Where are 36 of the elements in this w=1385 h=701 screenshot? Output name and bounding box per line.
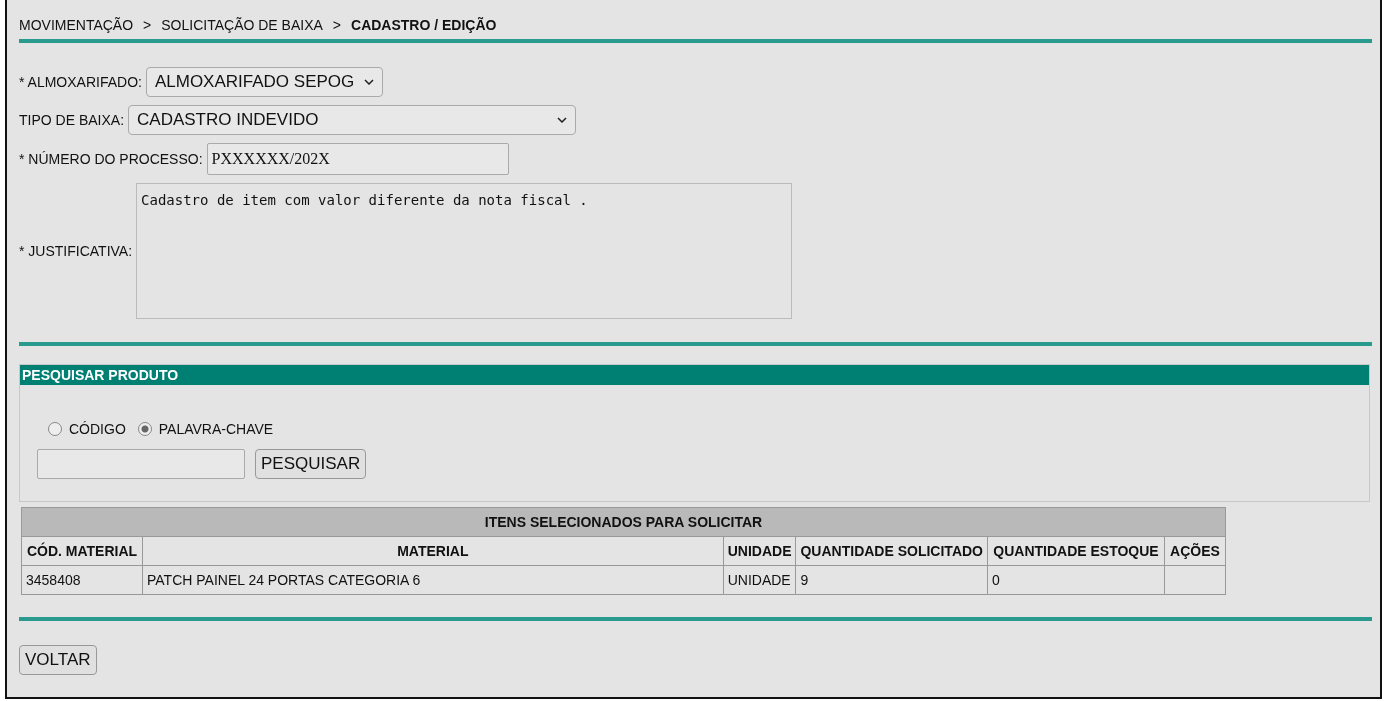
radio-icon[interactable] (137, 422, 152, 436)
table-cell: 0 (987, 565, 1165, 595)
column-header: AÇÕES (1164, 536, 1226, 566)
chevron-down-icon (557, 117, 568, 123)
justification-field[interactable]: Cadastro de item com valor diferente da nota fiscal . (136, 183, 793, 319)
table-cell: PATCH PAINEL 24 PORTAS CATEGORIA 6 (142, 565, 724, 595)
column-header: CÓD. MATERIAL (21, 536, 143, 566)
column-header: QUANTIDADE ESTOQUE (987, 536, 1165, 566)
field-label: TIPO DE BAIXA: (19, 112, 125, 128)
table-cell (1164, 565, 1226, 595)
search-button[interactable]: PESQUISAR (255, 449, 367, 479)
column-header: MATERIAL (142, 536, 724, 566)
field-label: * ALMOXARIFADO: (19, 74, 142, 90)
radio-option[interactable]: PALAVRA-CHAVE (137, 421, 274, 437)
chevron-down-icon (364, 79, 375, 85)
breadcrumb-separator: > (332, 17, 341, 35)
back-button[interactable]: VOLTAR (19, 645, 97, 675)
breadcrumb-item[interactable]: SOLICITAÇÃO DE BAIXA (161, 17, 323, 39)
search-field[interactable] (37, 449, 245, 479)
panel-title: PESQUISAR PRODUTO (20, 365, 1369, 385)
field-label: * NÚMERO DO PROCESSO: (19, 151, 203, 167)
table-cell: UNIDADE (723, 565, 796, 595)
table-cell: 3458408 (21, 565, 143, 595)
table-cell: 9 (796, 565, 988, 595)
column-header: UNIDADE (723, 536, 796, 566)
radio-icon[interactable] (48, 422, 62, 436)
process-number-field[interactable]: PXXXXXX/202X (206, 143, 509, 175)
table-title: ITENS SELECIONADOS PARA SOLICITAR (21, 507, 1226, 537)
column-header: QUANTIDADE SOLICITADO (796, 536, 988, 566)
breadcrumb-item: CADASTRO / EDIÇÃO (351, 17, 497, 35)
almoxarifado-select[interactable]: ALMOXARIFADO SEPOG (145, 67, 384, 97)
field-label: * JUSTIFICATIVA: (19, 243, 133, 259)
breadcrumb-item[interactable]: MOVIMENTAÇÃO (19, 17, 134, 39)
radio-option[interactable]: CÓDIGO (48, 421, 126, 437)
breadcrumb-separator: > (143, 17, 152, 35)
tipo-baixa-select[interactable]: CADASTRO INDEVIDO (128, 105, 577, 135)
